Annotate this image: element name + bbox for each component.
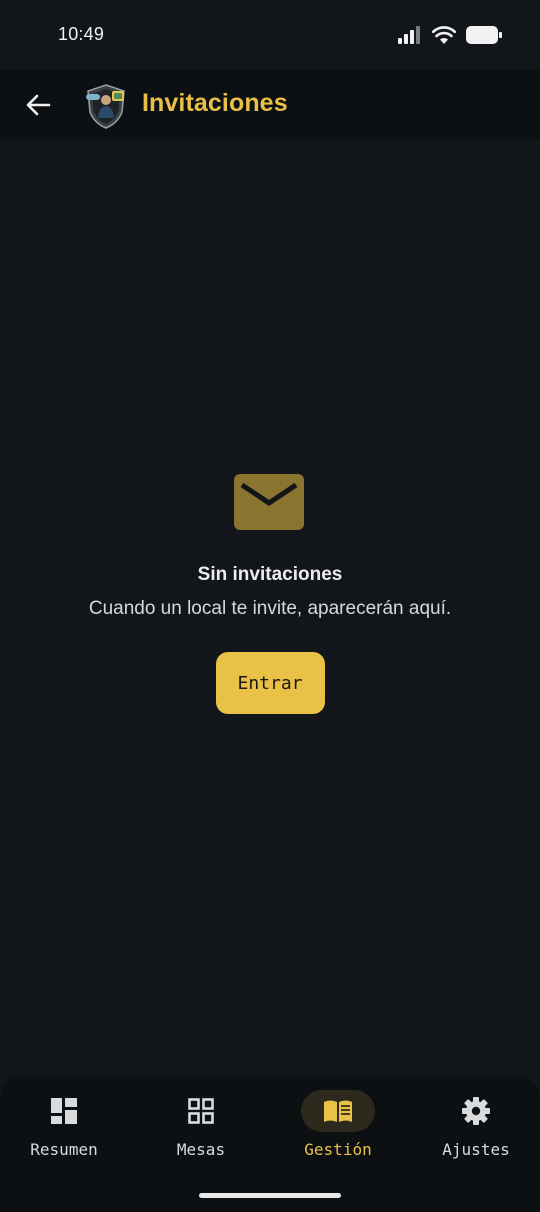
enter-button[interactable]: Entrar [215, 652, 325, 714]
battery-icon [466, 25, 502, 44]
status-time: 10:49 [58, 24, 105, 44]
nav-item-ajustes[interactable]: Ajustes [411, 1090, 540, 1170]
wifi-icon [432, 26, 456, 44]
empty-state-subtitle: Cuando un local te invite, aparecerán aq… [88, 598, 452, 619]
dashboard-icon [51, 1098, 77, 1124]
nav-label: Resumen [30, 1140, 98, 1159]
grid-icon [188, 1098, 214, 1124]
status-icons [398, 25, 502, 44]
gear-icon [462, 1097, 490, 1125]
mail-icon [234, 474, 304, 530]
bottom-nav: Resumen Mesas Gestión Ajustes [0, 1076, 540, 1212]
status-bar: 10:49 [0, 0, 540, 70]
screen: 10:49 Invitaciones Sin invitaciones Cuan… [0, 0, 540, 1212]
home-indicator [199, 1193, 341, 1198]
app-logo [86, 84, 125, 129]
signal-icon [398, 25, 420, 44]
arrow-left-icon [26, 94, 51, 116]
nav-label: Ajustes [442, 1140, 510, 1159]
app-bar: Invitaciones [0, 70, 540, 140]
page-title: Invitaciones [142, 89, 288, 117]
nav-item-resumen[interactable]: Resumen [0, 1090, 129, 1170]
empty-state: Sin invitaciones Cuando un local te invi… [0, 470, 540, 714]
book-icon [324, 1100, 352, 1122]
nav-label: Gestión [304, 1140, 372, 1159]
back-button[interactable] [18, 85, 58, 125]
empty-state-title: Sin invitaciones [197, 564, 343, 585]
nav-item-mesas[interactable]: Mesas [136, 1090, 266, 1170]
nav-item-gestion[interactable]: Gestión [273, 1090, 403, 1170]
nav-label: Mesas [176, 1140, 226, 1159]
